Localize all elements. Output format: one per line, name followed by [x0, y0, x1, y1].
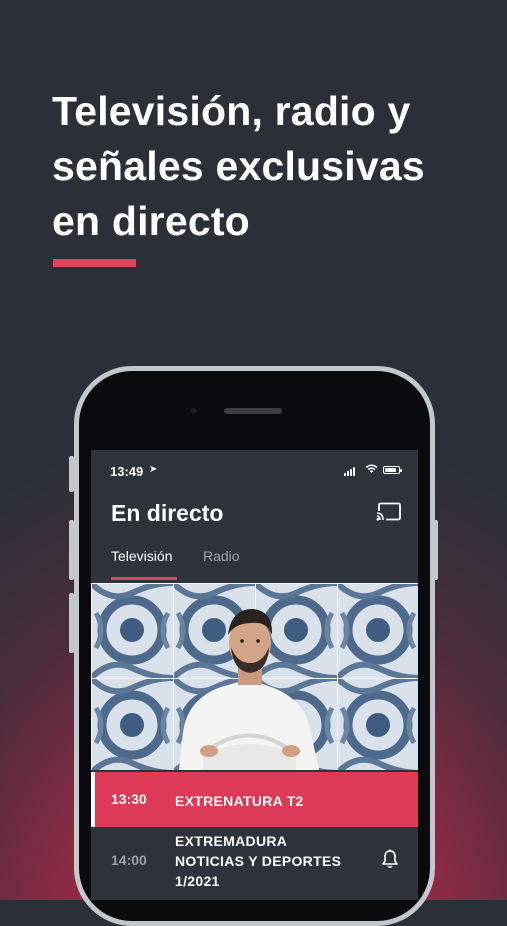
battery-icon — [383, 466, 402, 474]
schedule-title-line-3: 1/2021 — [175, 873, 220, 889]
headline-accent-bar — [53, 259, 136, 267]
schedule-title: EXTREMADURA NOTICIAS Y DEPORTES 1/2021 — [175, 831, 365, 891]
headline-line-1: Televisión, radio y — [52, 88, 411, 134]
wifi-icon — [365, 464, 378, 477]
tab-television[interactable]: Televisión — [111, 548, 172, 564]
schedule-time: 14:00 — [111, 852, 147, 868]
phone-speaker — [224, 408, 282, 414]
phone-side-button — [69, 520, 74, 580]
schedule-item[interactable]: 14:00 EXTREMADURA NOTICIAS Y DEPORTES 1/… — [91, 827, 418, 900]
status-bar: 13:49 ➤ — [91, 450, 418, 490]
headline-line-2: señales exclusivas — [52, 143, 425, 189]
schedule-item-live[interactable]: 13:30 EXTRENATURA T2 — [91, 772, 418, 827]
phone-power-button — [433, 520, 438, 580]
promo-headline: Televisión, radio y señales exclusivas e… — [52, 84, 472, 249]
program-thumbnail[interactable] — [91, 583, 418, 770]
page-title: En directo — [111, 500, 224, 526]
schedule-title-line-2: NOTICIAS Y DEPORTES — [175, 853, 342, 869]
phone-side-button — [69, 456, 74, 492]
schedule-title: EXTRENATURA T2 — [175, 793, 304, 809]
tab-radio[interactable]: Radio — [203, 548, 240, 564]
location-arrow-icon: ➤ — [149, 464, 158, 475]
active-tab-indicator — [111, 577, 177, 580]
headline-line-3: en directo — [52, 198, 250, 244]
live-indicator — [91, 772, 95, 827]
bell-icon[interactable] — [381, 849, 399, 869]
phone-screen: 13:49 ➤ En directo Televisión Radio 13:3… — [91, 450, 418, 900]
status-time: 13:49 — [110, 464, 144, 479]
phone-side-button — [69, 593, 74, 653]
schedule-title-line-1: EXTREMADURA — [175, 833, 288, 849]
phone-camera — [191, 408, 197, 414]
schedule-time: 13:30 — [111, 791, 147, 807]
cast-icon[interactable] — [376, 502, 402, 522]
tab-bar: Televisión Radio — [91, 546, 418, 582]
